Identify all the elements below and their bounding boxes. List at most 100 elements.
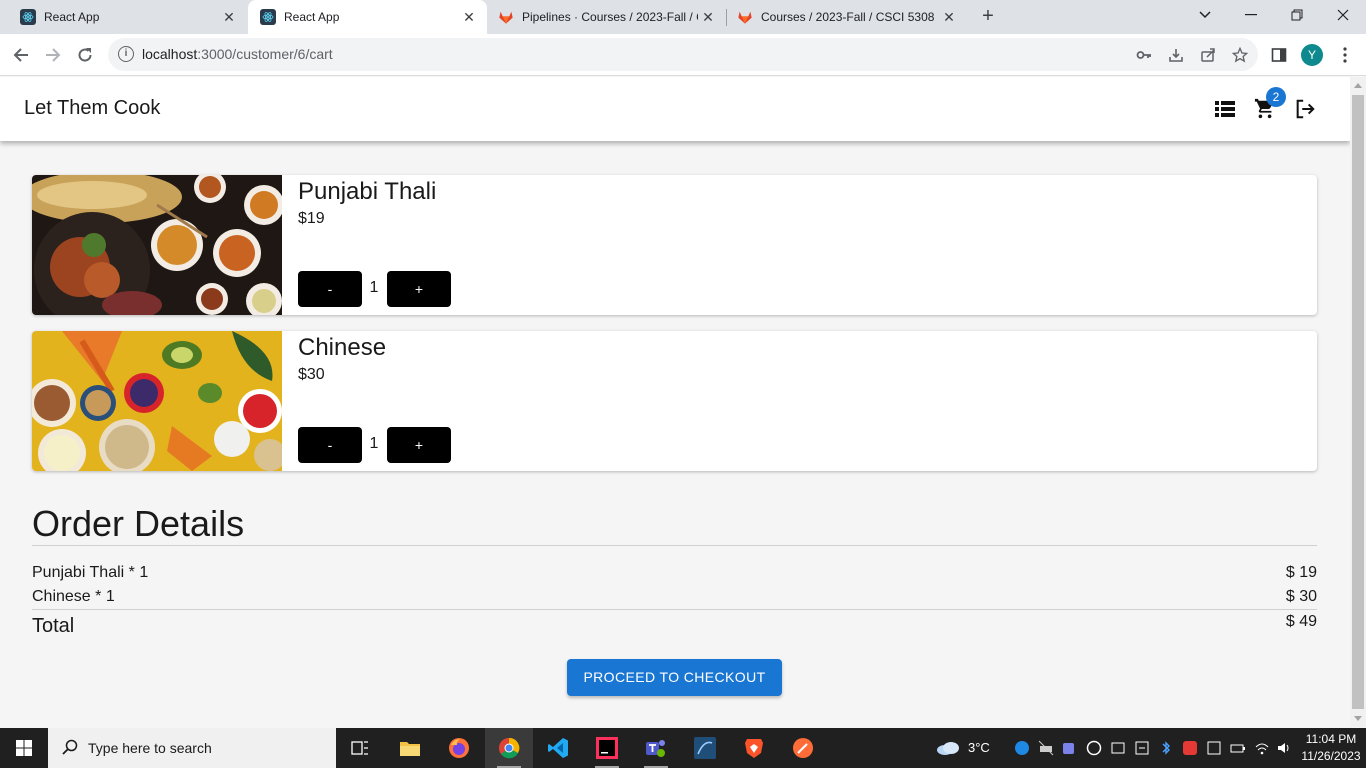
close-tab-icon[interactable]: ✕ bbox=[939, 9, 959, 26]
taskbar-search-box[interactable]: Type here to search bbox=[48, 728, 336, 768]
url-path: :3000/customer/6/cart bbox=[197, 46, 333, 62]
chrome-icon[interactable] bbox=[485, 728, 533, 768]
page-scrollbar[interactable] bbox=[1350, 77, 1366, 727]
taskbar-clock[interactable]: 11:04 PM 11/26/2023 bbox=[1296, 731, 1366, 765]
food-image-punjabi-thali bbox=[32, 175, 282, 315]
url-host: localhost bbox=[142, 46, 198, 62]
item-quantity: 1 bbox=[369, 279, 379, 296]
browser-tab[interactable]: React App ✕ bbox=[0, 0, 247, 34]
scroll-up-arrow-icon[interactable] bbox=[1354, 83, 1362, 88]
volume-icon[interactable] bbox=[1276, 740, 1292, 756]
close-tab-icon[interactable]: ✕ bbox=[459, 9, 479, 26]
order-line-label: Chinese * 1 bbox=[32, 588, 115, 605]
cart-item-card: Chinese $30 - 1 + bbox=[32, 331, 1317, 471]
clock-time: 11:04 PM bbox=[1305, 732, 1357, 746]
bookmark-star-icon[interactable] bbox=[1231, 46, 1249, 64]
divider bbox=[32, 609, 1317, 610]
weather-cloud-icon[interactable] bbox=[935, 740, 961, 756]
tray-teams-icon[interactable] bbox=[1062, 740, 1078, 756]
react-icon bbox=[260, 9, 276, 25]
order-details-title: Order Details bbox=[32, 503, 245, 544]
bluetooth-icon[interactable] bbox=[1158, 740, 1174, 756]
browser-tab[interactable]: Pipelines · Courses / 2023-Fall / C ✕ bbox=[488, 0, 726, 34]
decrease-quantity-button[interactable]: - bbox=[298, 427, 362, 463]
item-price: $30 bbox=[298, 366, 325, 383]
battery-icon[interactable] bbox=[1230, 740, 1246, 756]
close-tab-icon[interactable]: ✕ bbox=[219, 9, 239, 26]
intellij-icon[interactable] bbox=[583, 728, 631, 768]
total-amount: $ 49 bbox=[1285, 613, 1317, 630]
gitlab-icon bbox=[498, 9, 514, 25]
share-icon[interactable] bbox=[1199, 46, 1217, 64]
teams-icon[interactable] bbox=[632, 728, 680, 768]
forward-arrow-icon[interactable] bbox=[38, 40, 68, 70]
scrollbar-thumb[interactable] bbox=[1352, 95, 1364, 709]
gitlab-icon bbox=[737, 9, 753, 25]
url-text: localhost:3000/customer/6/cart bbox=[142, 46, 333, 62]
tray-sync-icon[interactable] bbox=[1086, 740, 1102, 756]
increase-quantity-button[interactable]: + bbox=[387, 271, 451, 307]
react-icon bbox=[20, 9, 36, 25]
minimize-icon[interactable] bbox=[1228, 0, 1274, 30]
brave-icon[interactable] bbox=[730, 728, 778, 768]
browser-tab[interactable]: Courses / 2023-Fall / CSCI 5308 ✕ bbox=[727, 0, 967, 34]
tray-mute-icon[interactable] bbox=[1038, 740, 1054, 756]
back-arrow-icon[interactable] bbox=[6, 40, 36, 70]
postman-icon[interactable] bbox=[779, 728, 827, 768]
tray-edit-icon[interactable] bbox=[1110, 740, 1126, 756]
window-close-icon[interactable] bbox=[1320, 0, 1366, 30]
increase-quantity-button[interactable]: + bbox=[387, 427, 451, 463]
order-line-label: Punjabi Thali * 1 bbox=[32, 564, 149, 581]
new-tab-icon[interactable]: + bbox=[976, 4, 1000, 28]
tray-device-icon[interactable] bbox=[1206, 740, 1222, 756]
more-menu-icon[interactable] bbox=[1334, 44, 1356, 66]
tab-title: React App bbox=[284, 10, 340, 24]
food-image-chinese bbox=[32, 331, 282, 471]
task-view-icon[interactable] bbox=[336, 728, 384, 768]
windows-taskbar: Type here to search 3°C 11:04 PM 11/26/2… bbox=[0, 728, 1366, 768]
vscode-icon[interactable] bbox=[534, 728, 582, 768]
tab-title: Courses / 2023-Fall / CSCI 5308 bbox=[761, 10, 935, 24]
windows-start-icon[interactable] bbox=[0, 728, 48, 768]
browser-toolbar: i localhost:3000/customer/6/cart Y bbox=[0, 34, 1366, 76]
search-icon bbox=[62, 739, 78, 760]
restore-icon[interactable] bbox=[1274, 0, 1320, 30]
decrease-quantity-button[interactable]: - bbox=[298, 271, 362, 307]
file-explorer-icon[interactable] bbox=[386, 728, 434, 768]
item-name: Chinese bbox=[298, 334, 387, 361]
profile-avatar[interactable]: Y bbox=[1301, 44, 1323, 66]
app-header: Let Them Cook 2 bbox=[0, 77, 1350, 141]
orders-list-icon[interactable] bbox=[1213, 97, 1237, 121]
tab-search-chevron-icon[interactable] bbox=[1182, 0, 1228, 30]
clock-date: 11/26/2023 bbox=[1301, 749, 1361, 763]
search-placeholder: Type here to search bbox=[88, 740, 212, 756]
divider bbox=[32, 545, 1317, 546]
proceed-to-checkout-button[interactable]: PROCEED TO CHECKOUT bbox=[567, 659, 782, 696]
tray-antivirus-icon[interactable] bbox=[1182, 740, 1198, 756]
page-viewport: Let Them Cook 2 Punjabi Thali $19 - 1 + … bbox=[0, 77, 1350, 727]
firefox-icon[interactable] bbox=[435, 728, 483, 768]
tray-app-icon[interactable] bbox=[1014, 740, 1030, 756]
logout-icon[interactable] bbox=[1293, 97, 1317, 121]
cart-item-card: Punjabi Thali $19 - 1 + bbox=[32, 175, 1317, 315]
tray-security-icon[interactable] bbox=[1134, 740, 1150, 756]
item-quantity: 1 bbox=[369, 435, 379, 452]
key-icon[interactable] bbox=[1135, 46, 1153, 64]
mysql-workbench-icon[interactable] bbox=[681, 728, 729, 768]
address-bar[interactable]: i localhost:3000/customer/6/cart bbox=[108, 38, 1258, 71]
item-price: $19 bbox=[298, 210, 325, 227]
wifi-icon[interactable] bbox=[1254, 740, 1270, 756]
site-info-icon[interactable]: i bbox=[118, 46, 134, 62]
tab-title: Pipelines · Courses / 2023-Fall / C bbox=[522, 10, 698, 24]
tab-title: React App bbox=[44, 10, 100, 24]
weather-temperature[interactable]: 3°C bbox=[968, 740, 990, 755]
order-line-amount: $ 19 bbox=[1285, 564, 1317, 581]
install-app-icon[interactable] bbox=[1167, 46, 1185, 64]
total-label: Total bbox=[32, 615, 75, 637]
reload-icon[interactable] bbox=[70, 40, 100, 70]
close-tab-icon[interactable]: ✕ bbox=[698, 9, 718, 26]
side-panel-icon[interactable] bbox=[1268, 44, 1290, 66]
scroll-down-arrow-icon[interactable] bbox=[1354, 716, 1362, 721]
browser-tab-active[interactable]: React App ✕ bbox=[248, 0, 487, 34]
brand-title[interactable]: Let Them Cook bbox=[24, 97, 160, 120]
